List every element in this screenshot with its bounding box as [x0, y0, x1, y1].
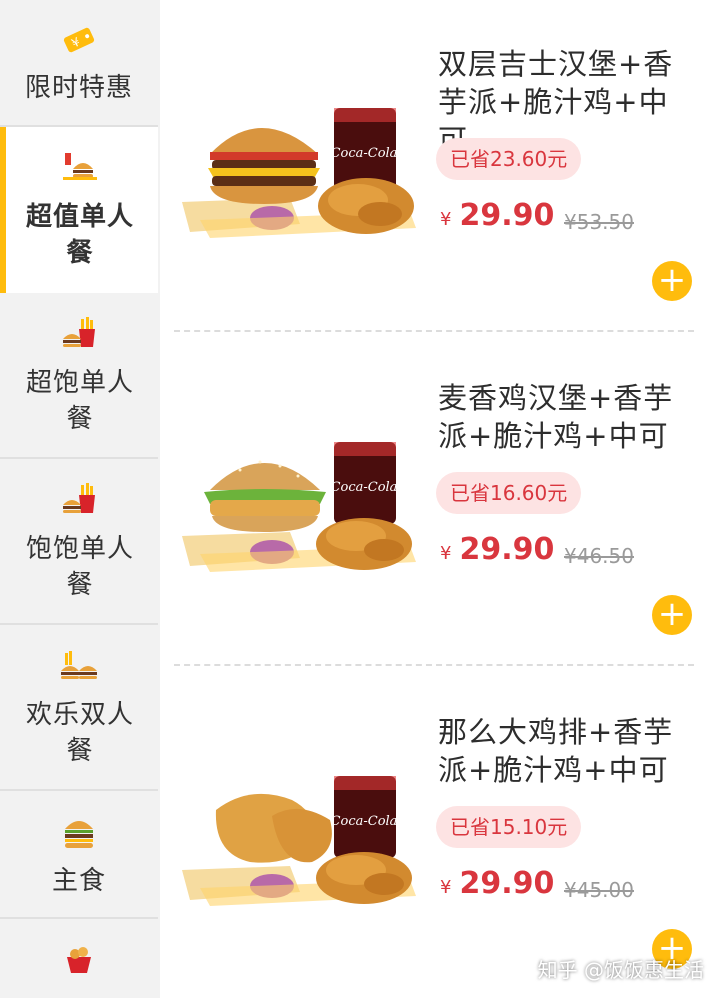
divider: [174, 330, 694, 332]
currency-symbol: ¥: [440, 209, 452, 230]
fries-burger-icon: [63, 483, 95, 513]
active-indicator: [0, 127, 6, 293]
currency-symbol: ¥: [440, 543, 452, 564]
sidebar-item-label: 欢乐双人餐: [25, 700, 134, 766]
divider: [174, 664, 694, 666]
price-value: 29.90: [459, 532, 555, 567]
add-to-cart-button[interactable]: +: [652, 261, 692, 301]
original-price: ¥53.50: [564, 210, 634, 234]
price: ¥29.90: [440, 198, 554, 233]
sidebar-item-happy-double-meal[interactable]: 欢乐双人餐: [0, 625, 158, 791]
sidebar-item-value-single-meal[interactable]: 超值单人餐: [0, 127, 158, 293]
sidebar-item-snacks[interactable]: [0, 919, 158, 998]
original-price: ¥46.50: [564, 544, 634, 568]
savings-badge: 已省16.60元: [436, 472, 582, 514]
product-name: 麦香鸡汉堡+香芋派+脆汁鸡+中可: [438, 381, 674, 453]
savings-badge: 已省23.60元: [436, 138, 582, 180]
double-burger-icon: [61, 651, 97, 679]
sidebar-item-label: 饱饱单人餐: [25, 534, 134, 600]
sidebar-item-full-single-meal[interactable]: 饱饱单人餐: [0, 459, 158, 625]
double-cheeseburger-meal-image: Coca-Cola: [182, 108, 416, 238]
price-tag-icon: ¥: [63, 27, 95, 53]
price: ¥29.90: [440, 866, 554, 901]
sidebar-item-main-food[interactable]: 主食: [0, 791, 158, 919]
snack-icon: [67, 947, 91, 973]
product-name: 那么大鸡排+香芋派+脆汁鸡+中可: [438, 715, 674, 787]
product-list: Coca-Cola 双层吉士汉堡+香芋派+脆汁鸡+中可 已省23.60元 ¥29…: [160, 0, 720, 998]
product-card[interactable]: Coca-Cola 双层吉士汉堡+香芋派+脆汁鸡+中可 已省23.60元 ¥29…: [160, 0, 720, 332]
sidebar-item-label: 限时特惠: [24, 73, 133, 103]
mcchicken-meal-image: Coca-Cola: [182, 442, 416, 572]
sidebar-item-label: 超值单人餐: [25, 202, 134, 268]
sidebar-item-label: 超饱单人餐: [25, 368, 134, 434]
add-to-cart-button[interactable]: +: [652, 595, 692, 635]
svg-text:Coca-Cola: Coca-Cola: [331, 480, 398, 495]
watermark: 知乎 @饭饭惠生活: [537, 958, 704, 982]
product-card[interactable]: Coca-Cola 那么大鸡排+香芋派+脆汁鸡+中可 已省15.10元 ¥29.…: [160, 668, 720, 1000]
fries-burger-icon: [63, 317, 95, 347]
savings-badge: 已省15.10元: [436, 806, 582, 848]
product-card[interactable]: Coca-Cola 麦香鸡汉堡+香芋派+脆汁鸡+中可 已省16.60元 ¥29.…: [160, 334, 720, 666]
original-price: ¥45.00: [564, 878, 634, 902]
chicken-cutlet-meal-image: Coca-Cola: [182, 776, 416, 906]
price-value: 29.90: [459, 198, 555, 233]
category-sidebar: ¥ 限时特惠 超值单人餐 超饱单人餐 饱饱单人餐 欢乐双人餐 主食: [0, 0, 160, 998]
sidebar-item-limited-offer[interactable]: ¥ 限时特惠: [0, 0, 158, 127]
svg-text:Coca-Cola: Coca-Cola: [331, 146, 398, 161]
sidebar-item-super-full-single-meal[interactable]: 超饱单人餐: [0, 293, 158, 459]
currency-symbol: ¥: [440, 877, 452, 898]
svg-text:Coca-Cola: Coca-Cola: [331, 814, 398, 829]
price-value: 29.90: [459, 866, 555, 901]
burger-icon: [65, 821, 93, 848]
price: ¥29.90: [440, 532, 554, 567]
burger-meal-icon: [63, 153, 97, 180]
sidebar-item-label: 主食: [51, 866, 106, 896]
